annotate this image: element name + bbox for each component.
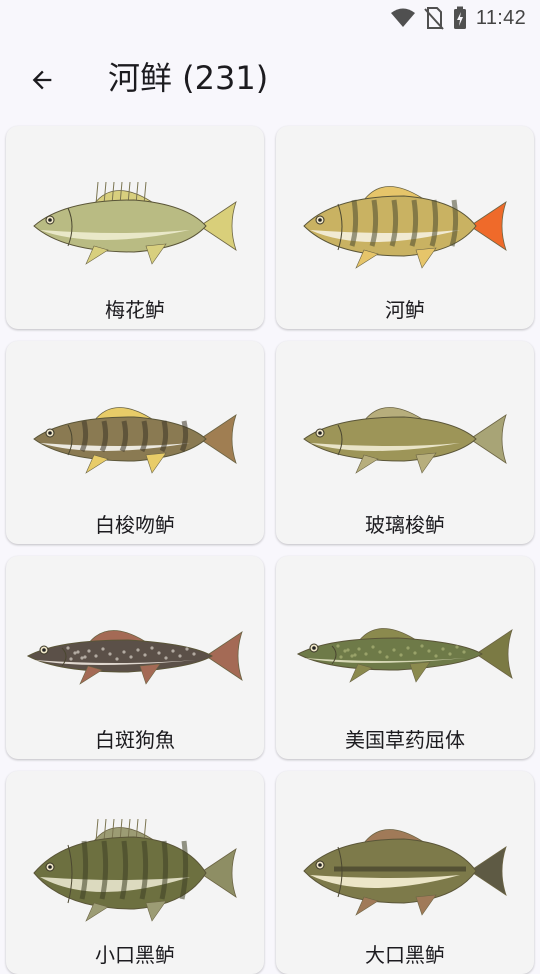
wifi-icon [390,8,415,27]
fish-card[interactable]: 美国草药屈体 [276,556,534,759]
top-app-bar: 河鲜 (231) [0,40,540,118]
back-button[interactable] [20,58,64,102]
fish-name: 大口黑鲈 [365,943,445,967]
fish-name: 白梭吻鲈 [95,513,175,537]
status-time: 11:42 [475,6,526,29]
fish-image [33,181,237,265]
fish-image [296,628,513,683]
fish-image [33,818,237,922]
fish-grid: 梅花鲈 河鲈 白梭吻鲈 玻璃梭鲈 白斑狗魚 美国草药屈体 小口黑鲈 大口黑鲈 [6,126,534,974]
fish-image [303,829,507,916]
fish-image [303,407,507,474]
fish-card[interactable]: 小口黑鲈 [6,771,264,974]
fish-name: 小口黑鲈 [95,943,175,967]
fish-image [303,186,507,269]
fish-card[interactable]: 白斑狗魚 [6,556,264,759]
fish-image [26,630,243,685]
fish-card[interactable]: 玻璃梭鲈 [276,341,534,544]
no-sim-icon [424,7,444,30]
battery-charging-icon [453,6,466,29]
status-bar: 11:42 [0,0,540,36]
page-title: 河鲜 (231) [108,59,269,97]
status-icons: 11:42 [390,6,526,30]
fish-card[interactable]: 梅花鲈 [6,126,264,329]
fish-name: 梅花鲈 [105,298,165,322]
fish-card[interactable]: 大口黑鲈 [276,771,534,974]
fish-name: 河鲈 [385,298,425,322]
fish-name: 白斑狗魚 [95,728,175,752]
arrow-back-icon [32,70,52,90]
fish-card[interactable]: 白梭吻鲈 [6,341,264,544]
fish-image [33,407,237,474]
fish-name: 美国草药屈体 [345,728,465,752]
fish-name: 玻璃梭鲈 [365,513,445,537]
fish-card[interactable]: 河鲈 [276,126,534,329]
